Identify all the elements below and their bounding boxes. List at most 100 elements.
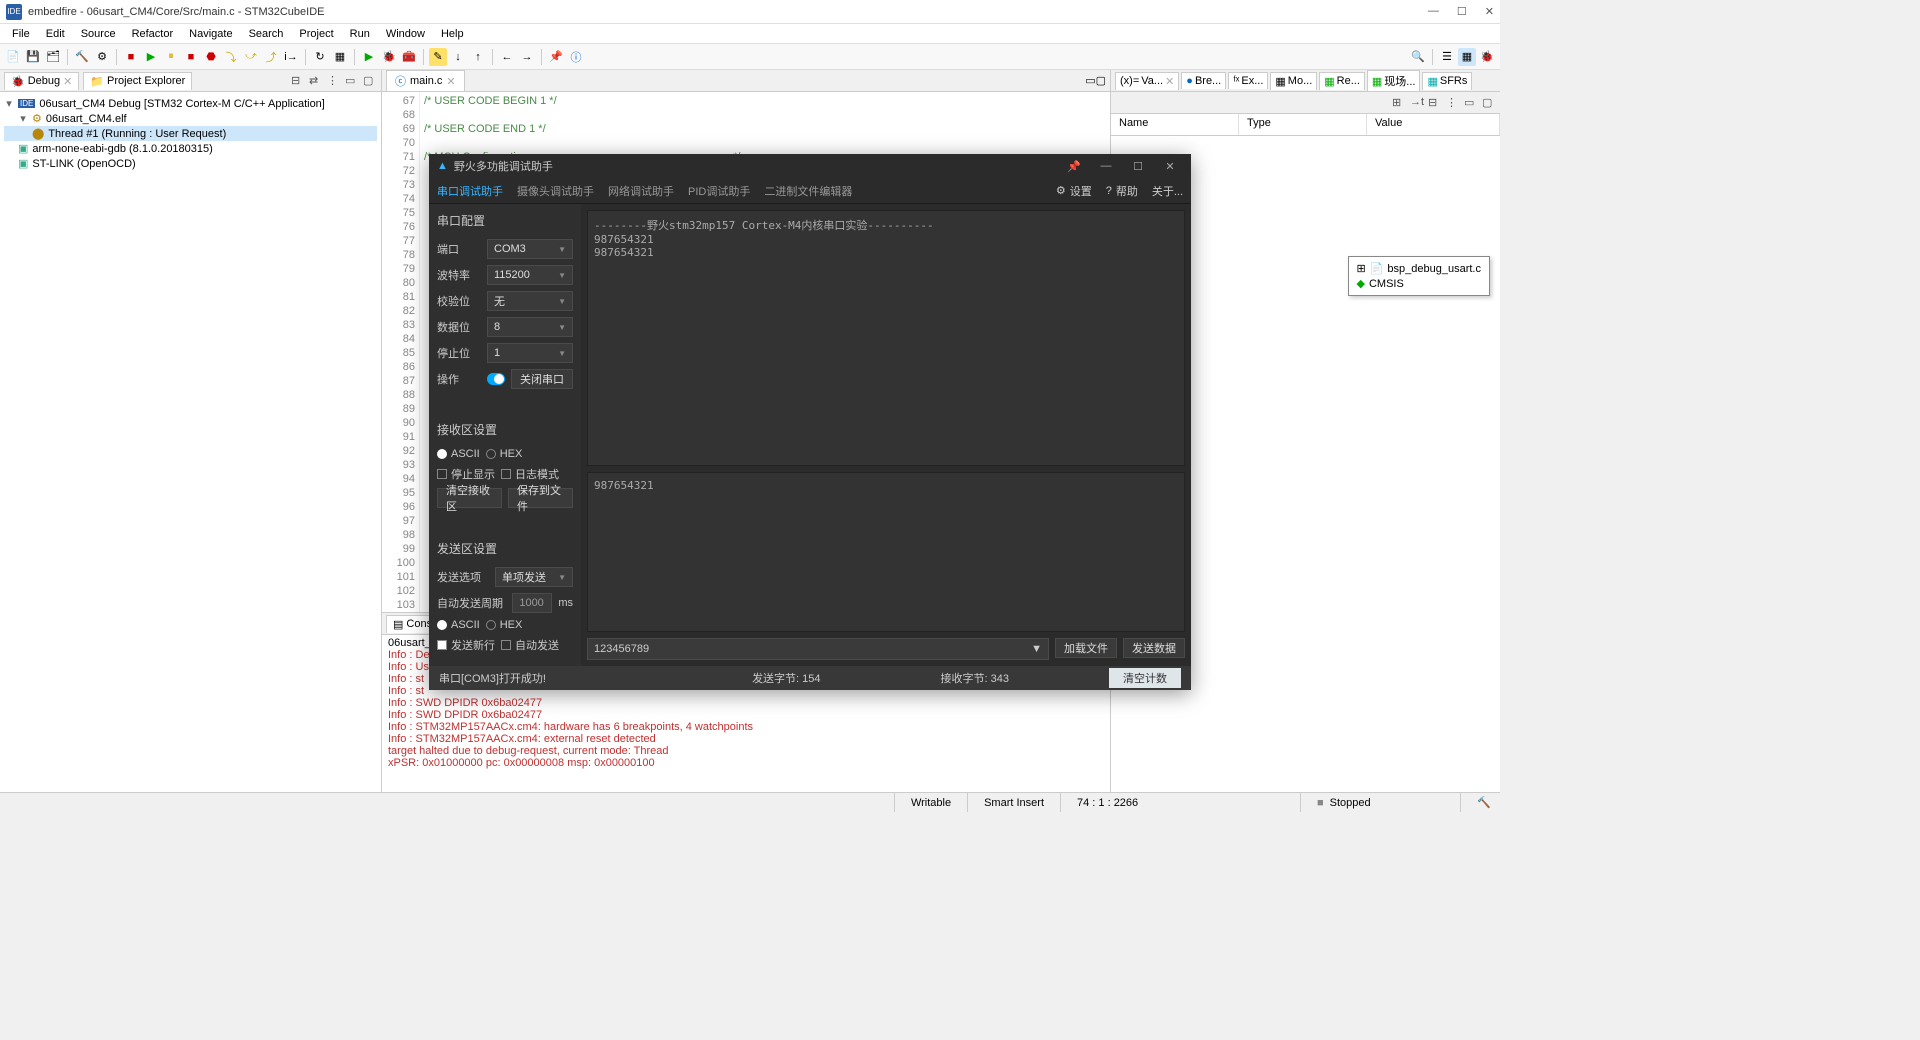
menu-refactor[interactable]: Refactor bbox=[124, 28, 182, 40]
status-build-icon[interactable]: 🔨 bbox=[1460, 793, 1500, 812]
tab-camera[interactable]: 摄像头调试助手 bbox=[517, 183, 594, 199]
load-file-button[interactable]: 加载文件 bbox=[1055, 638, 1117, 658]
next-annotation-icon[interactable]: ↓ bbox=[449, 48, 467, 66]
menu-search[interactable]: Search bbox=[241, 28, 292, 40]
tab-live[interactable]: ▦现场... bbox=[1367, 70, 1421, 91]
parity-select[interactable]: 无▼ bbox=[487, 291, 573, 311]
clear-count-button[interactable]: 清空计数 bbox=[1109, 668, 1181, 688]
tab-breakpoints[interactable]: ●Bre... bbox=[1181, 72, 1226, 89]
recv-ascii-radio[interactable]: ASCII bbox=[437, 448, 480, 460]
tab-network[interactable]: 网络调试助手 bbox=[608, 183, 674, 199]
tab-expressions[interactable]: ᶠˣEx... bbox=[1228, 72, 1268, 89]
vars-min-icon[interactable]: ▭ bbox=[1464, 96, 1478, 110]
stop-display-check[interactable]: 停止显示 bbox=[437, 466, 495, 482]
stop-icon[interactable]: ■ bbox=[182, 48, 200, 66]
settings-button[interactable]: ⚙设置 bbox=[1056, 183, 1092, 199]
info-icon[interactable]: ⓘ bbox=[567, 48, 585, 66]
tab-registers[interactable]: ▦Re... bbox=[1319, 72, 1365, 90]
close-tab-icon[interactable]: ✕ bbox=[63, 75, 72, 88]
chevron-down-icon[interactable]: ▼ bbox=[1031, 643, 1042, 655]
send-data-button[interactable]: 发送数据 bbox=[1123, 638, 1185, 658]
perspective-debug-icon[interactable]: 🐞 bbox=[1478, 48, 1496, 66]
link-editor-icon[interactable]: ⇄ bbox=[309, 74, 323, 88]
send-ascii-radio[interactable]: ASCII bbox=[437, 619, 480, 631]
send-preview[interactable]: 987654321 bbox=[587, 472, 1185, 632]
chip-icon[interactable]: ▦ bbox=[331, 48, 349, 66]
close-icon[interactable]: ✕ bbox=[1157, 160, 1183, 173]
vars-cast-icon[interactable]: →t bbox=[1410, 96, 1424, 110]
back-icon[interactable]: ← bbox=[498, 48, 516, 66]
menu-file[interactable]: File bbox=[4, 28, 38, 40]
forward-icon[interactable]: → bbox=[518, 48, 536, 66]
new-icon[interactable]: 📄 bbox=[4, 48, 22, 66]
disconnect-icon[interactable]: ⬣ bbox=[202, 48, 220, 66]
perspective-open-icon[interactable]: ☰ bbox=[1438, 48, 1456, 66]
menu-help[interactable]: Help bbox=[433, 28, 472, 40]
vars-menu-icon[interactable]: ⋮ bbox=[1446, 96, 1460, 110]
clear-recv-button[interactable]: 清空接收区 bbox=[437, 488, 502, 508]
close-port-button[interactable]: 关闭串口 bbox=[511, 369, 573, 389]
port-select[interactable]: COM3▼ bbox=[487, 239, 573, 259]
menu-navigate[interactable]: Navigate bbox=[181, 28, 240, 40]
pin-icon[interactable]: 📌 bbox=[547, 48, 565, 66]
vars-max-icon[interactable]: ▢ bbox=[1482, 96, 1496, 110]
ext-tools-icon[interactable]: 🧰 bbox=[400, 48, 418, 66]
maximize-icon[interactable]: ☐ bbox=[1457, 5, 1467, 18]
tree-thread[interactable]: ⬤ Thread #1 (Running : User Request) bbox=[4, 126, 377, 141]
tab-variables[interactable]: (x)=Va...✕ bbox=[1115, 72, 1179, 90]
maximize-icon[interactable]: ☐ bbox=[1125, 160, 1151, 173]
tab-pid[interactable]: PID调试助手 bbox=[688, 183, 750, 199]
port-toggle[interactable] bbox=[487, 373, 505, 385]
step-return-icon[interactable]: ⤴ bbox=[262, 48, 280, 66]
send-hex-radio[interactable]: HEX bbox=[486, 619, 523, 631]
minimize-view-icon[interactable]: ▭ bbox=[345, 74, 359, 88]
tab-debug[interactable]: 🐞 Debug ✕ bbox=[4, 72, 79, 90]
tree-launch[interactable]: ▾ IDE 06usart_CM4 Debug [STM32 Cortex-M … bbox=[4, 96, 377, 111]
suspend-icon[interactable]: ⏸ bbox=[162, 48, 180, 66]
editor-min-icon[interactable]: ▭ bbox=[1085, 74, 1095, 87]
help-button[interactable]: ?帮助 bbox=[1106, 183, 1138, 199]
run-icon[interactable]: ▶ bbox=[360, 48, 378, 66]
reset-icon[interactable]: ↻ bbox=[311, 48, 329, 66]
save-file-button[interactable]: 保存到文件 bbox=[508, 488, 573, 508]
close-tab-icon[interactable]: ✕ bbox=[446, 75, 455, 88]
perspective-cpp-icon[interactable]: ▦ bbox=[1458, 48, 1476, 66]
vars-collapse-icon[interactable]: ⊟ bbox=[1428, 96, 1442, 110]
build-icon[interactable]: 🔨 bbox=[73, 48, 91, 66]
send-opt-select[interactable]: 单项发送▼ bbox=[495, 567, 573, 587]
stopbits-select[interactable]: 1▼ bbox=[487, 343, 573, 363]
tab-binary[interactable]: 二进制文件编辑器 bbox=[764, 183, 852, 199]
baud-select[interactable]: 115200▼ bbox=[487, 265, 573, 285]
view-menu-icon[interactable]: ⋮ bbox=[327, 74, 341, 88]
search-toolbar-icon[interactable]: 🔍 bbox=[1409, 48, 1427, 66]
debug-icon[interactable]: 🐞 bbox=[380, 48, 398, 66]
col-value[interactable]: Value bbox=[1367, 114, 1500, 135]
popup-row-file[interactable]: ⊞ 📄 bsp_debug_usart.c bbox=[1357, 261, 1482, 276]
send-newline-check[interactable]: 发送新行 bbox=[437, 637, 495, 653]
save-all-icon[interactable]: 🗂 bbox=[44, 48, 62, 66]
maximize-view-icon[interactable]: ▢ bbox=[363, 74, 377, 88]
terminate-icon[interactable]: ■ bbox=[122, 48, 140, 66]
col-name[interactable]: Name bbox=[1111, 114, 1239, 135]
tab-serial[interactable]: 串口调试助手 bbox=[437, 183, 503, 199]
tree-stlink[interactable]: ▣ ST-LINK (OpenOCD) bbox=[4, 156, 377, 171]
log-mode-check[interactable]: 日志模式 bbox=[501, 466, 559, 482]
receive-area[interactable]: --------野火stm32mp157 Cortex-M4内核串口实验----… bbox=[587, 210, 1185, 466]
tab-project-explorer[interactable]: 📁 Project Explorer bbox=[83, 72, 192, 90]
resume-icon[interactable]: ▶ bbox=[142, 48, 160, 66]
highlight-icon[interactable]: ✎ bbox=[429, 48, 447, 66]
pin-icon[interactable]: 📌 bbox=[1061, 160, 1087, 173]
save-icon[interactable]: 💾 bbox=[24, 48, 42, 66]
minimize-icon[interactable]: — bbox=[1428, 5, 1439, 18]
auto-period-input[interactable] bbox=[512, 593, 552, 613]
editor-max-icon[interactable]: ▢ bbox=[1096, 74, 1106, 87]
recv-hex-radio[interactable]: HEX bbox=[486, 448, 523, 460]
menu-edit[interactable]: Edit bbox=[38, 28, 73, 40]
step-into-icon[interactable]: ⤵ bbox=[222, 48, 240, 66]
menu-source[interactable]: Source bbox=[73, 28, 124, 40]
tree-elf[interactable]: ▾ ⚙ 06usart_CM4.elf bbox=[4, 111, 377, 126]
step-over-icon[interactable]: ⤻ bbox=[242, 48, 260, 66]
menu-project[interactable]: Project bbox=[291, 28, 341, 40]
menu-window[interactable]: Window bbox=[378, 28, 433, 40]
auto-send-check[interactable]: 自动发送 bbox=[501, 637, 559, 653]
